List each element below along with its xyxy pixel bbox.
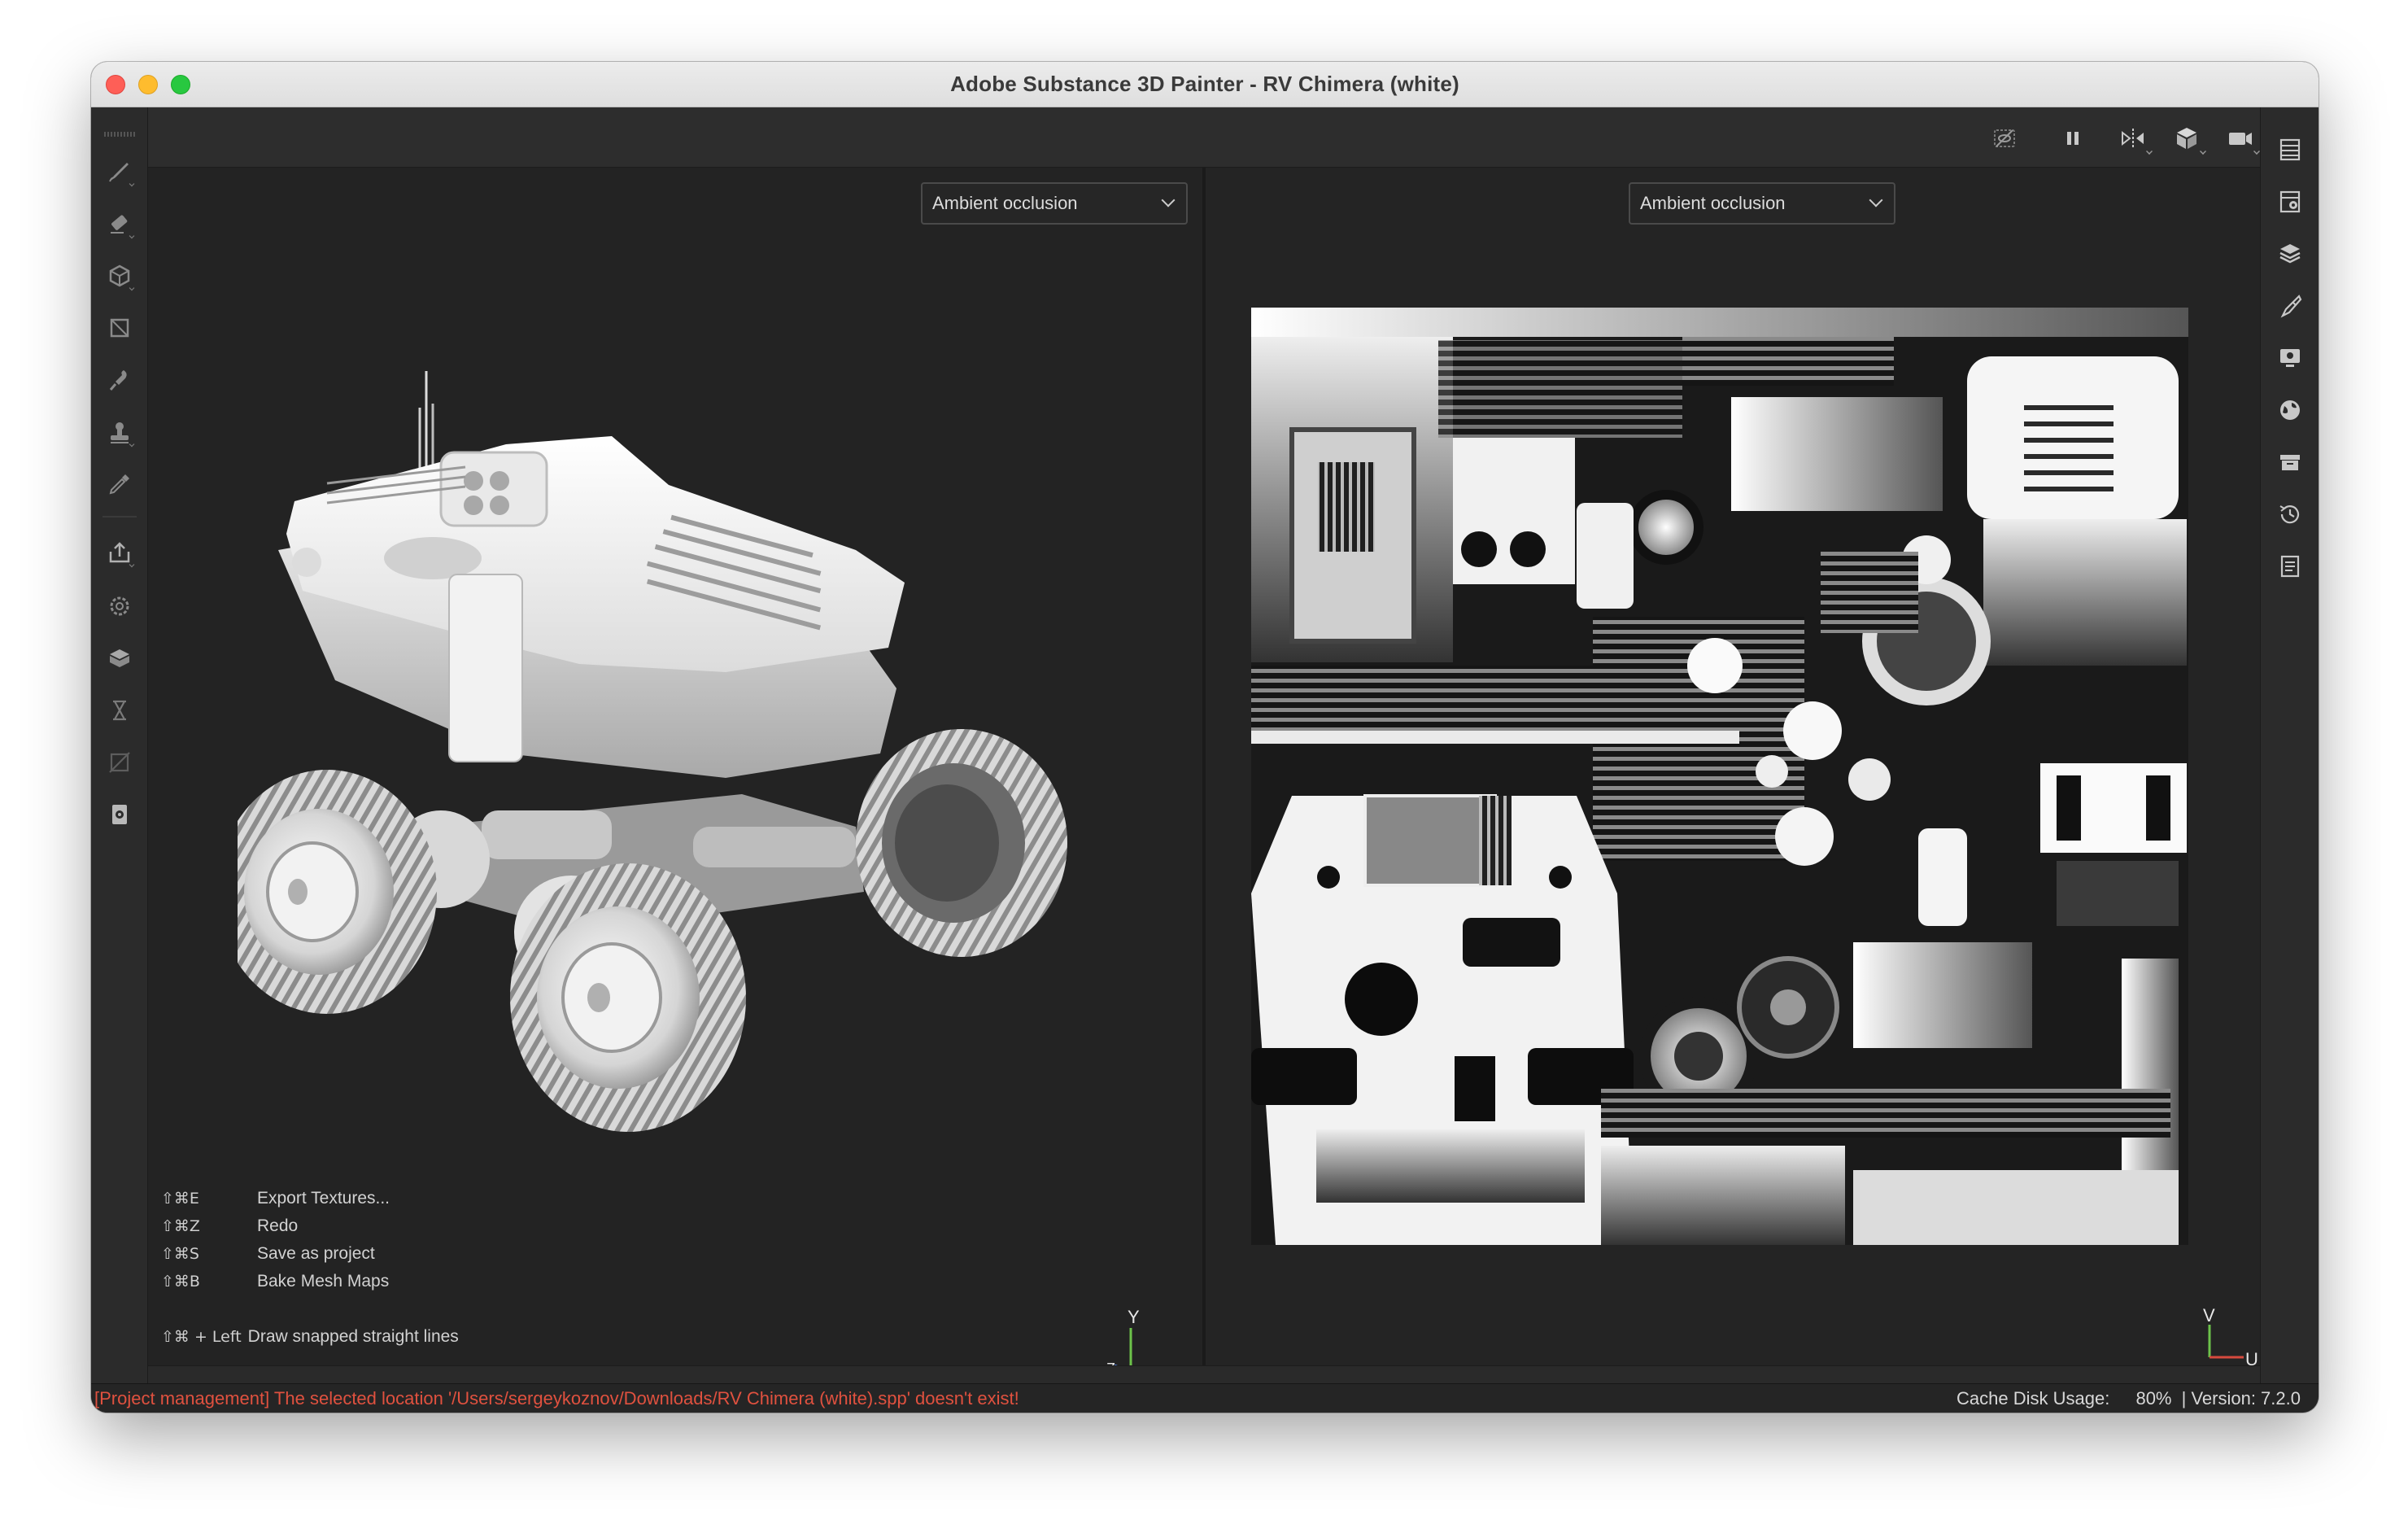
shortcut-row: ⇧⌘ + Left Draw snapped straight lines — [161, 1323, 459, 1351]
axis-y-label: Y — [1128, 1307, 1140, 1327]
texture-set-list-icon[interactable] — [2272, 132, 2308, 168]
shortcut-keys: ⇧⌘B — [161, 1273, 200, 1291]
version-label: | Version: 7.2.0 — [2181, 1387, 2301, 1409]
hourglass-icon[interactable] — [101, 692, 138, 729]
shortcut-keys: ⇧⌘ + Left — [161, 1328, 242, 1346]
channel-dropdown-3d[interactable]: Ambient occlusion — [921, 182, 1188, 225]
channel-dropdown-3d-value: Ambient occlusion — [932, 193, 1078, 213]
shortcut-label: Export Textures... — [257, 1189, 390, 1208]
right-toolbar — [2260, 107, 2319, 1383]
paint-brush-icon[interactable] — [101, 153, 138, 190]
shortcut-label: Draw snapped straight lines — [247, 1327, 459, 1346]
cache-disk-value: 80% — [2135, 1387, 2172, 1409]
status-info: Cache Disk Usage: 80% | Version: 7.2.0 — [1935, 1388, 2319, 1409]
symmetry-icon[interactable] — [2117, 122, 2153, 155]
pause-icon[interactable] — [2057, 122, 2089, 155]
polygon-fill-icon[interactable] — [101, 309, 138, 347]
shortcut-row: ⇧⌘B Bake Mesh Maps — [161, 1268, 459, 1295]
cube-view-icon[interactable] — [2170, 122, 2206, 155]
toolbar-separator — [103, 516, 137, 518]
chevron-down-icon — [1161, 193, 1176, 207]
status-bar: [Project management] The selected locati… — [91, 1383, 2319, 1413]
close-window-button[interactable] — [106, 75, 125, 94]
shortcut-label: Bake Mesh Maps — [257, 1272, 390, 1291]
rover-3d-model[interactable] — [238, 371, 1116, 1152]
layers-icon[interactable] — [2272, 236, 2308, 272]
hide-overlay-icon[interactable] — [1988, 122, 2021, 155]
horizontal-scrollbar[interactable] — [148, 1365, 2260, 1383]
environment-icon[interactable] — [2272, 392, 2308, 428]
texture-set-settings-icon[interactable] — [2272, 184, 2308, 220]
title-bar: Adobe Substance 3D Painter - RV Chimera … — [91, 62, 2319, 107]
status-error-message[interactable]: [Project management] The selected locati… — [91, 1388, 1935, 1409]
color-picker-icon[interactable] — [101, 465, 138, 503]
axis-v-label: V — [2203, 1305, 2215, 1326]
shortcut-label: Save as project — [257, 1244, 375, 1263]
shortcut-row: ⇧⌘Z Redo — [161, 1212, 459, 1240]
log-icon[interactable] — [2272, 548, 2308, 584]
channel-dropdown-2d[interactable]: Ambient occlusion — [1629, 182, 1895, 225]
clone-stamp-icon[interactable] — [101, 413, 138, 451]
bake-mesh-icon[interactable] — [101, 640, 138, 677]
settings-gear-icon[interactable] — [101, 587, 138, 625]
minimize-window-button[interactable] — [138, 75, 158, 94]
left-toolbar — [91, 107, 148, 1383]
shelf-brush-icon[interactable] — [2272, 288, 2308, 324]
smudge-icon[interactable] — [101, 361, 138, 399]
shortcut-keys: ⇧⌘E — [161, 1190, 199, 1208]
disabled-view-icon[interactable] — [101, 744, 138, 781]
shortcut-row: ⇧⌘E Export Textures... — [161, 1185, 459, 1212]
uv-texture-map[interactable] — [1251, 308, 2188, 1245]
window-controls — [106, 75, 190, 94]
chevron-down-icon — [1869, 193, 1883, 207]
camera-icon[interactable] — [2224, 122, 2260, 155]
viewport-toolbar — [148, 107, 2318, 168]
projection-icon[interactable] — [101, 257, 138, 295]
eraser-icon[interactable] — [101, 205, 138, 242]
archive-icon[interactable] — [2272, 444, 2308, 480]
shortcut-row: ⇧⌘S Save as project — [161, 1240, 459, 1268]
export-icon[interactable] — [101, 534, 138, 571]
cache-disk-label: Cache Disk Usage: — [1956, 1387, 2110, 1409]
app-window: Adobe Substance 3D Painter - RV Chimera … — [91, 62, 2319, 1413]
viewport-3d[interactable]: Ambient occlusion ⇧⌘E Export Textures...… — [148, 168, 1202, 1388]
shortcut-keys: ⇧⌘Z — [161, 1217, 200, 1235]
channel-dropdown-2d-value: Ambient occlusion — [1640, 193, 1786, 213]
maximize-window-button[interactable] — [171, 75, 190, 94]
shortcut-label: Redo — [257, 1216, 299, 1235]
toolbar-grip[interactable] — [104, 132, 135, 137]
window-title: Adobe Substance 3D Painter - RV Chimera … — [950, 72, 1459, 96]
history-icon[interactable] — [2272, 496, 2308, 532]
shortcut-hints: ⇧⌘E Export Textures... ⇧⌘Z Redo ⇧⌘S Save… — [161, 1185, 459, 1351]
display-settings-icon[interactable] — [2272, 340, 2308, 376]
shortcut-keys: ⇧⌘S — [161, 1245, 199, 1263]
plugin-icon[interactable] — [101, 796, 138, 833]
